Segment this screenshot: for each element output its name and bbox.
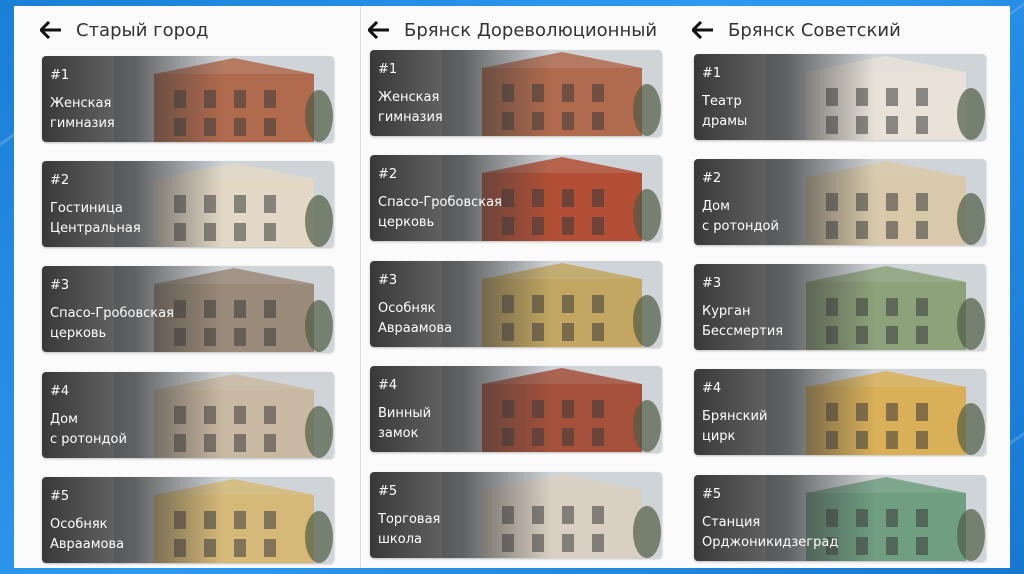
place-card[interactable]: #1 Женская гимназия <box>42 56 334 142</box>
card-number: #2 <box>702 171 722 186</box>
column-title: Старый город <box>76 19 209 41</box>
card-number: #4 <box>50 384 70 399</box>
place-card[interactable]: #4 Брянский цирк <box>694 369 986 455</box>
card-number: #5 <box>50 489 70 504</box>
card-title: Дом с ротондой <box>702 199 779 234</box>
card-number: #4 <box>702 381 722 396</box>
place-card[interactable]: #5 Особняк Авраамова <box>42 477 334 563</box>
place-card[interactable]: #2 Гостиница Центральная <box>42 161 334 247</box>
card-title: Гостиница Центральная <box>50 201 141 236</box>
card-number: #1 <box>378 62 398 77</box>
place-card[interactable]: #5 Торговая школа <box>370 472 662 558</box>
card-title: Спасо-Гробовская церковь <box>378 195 502 230</box>
card-title: Курган Бессмертия <box>702 304 784 339</box>
back-arrow-icon[interactable] <box>38 17 64 43</box>
card-title: Театр драмы <box>702 94 748 129</box>
card-number: #3 <box>50 278 70 293</box>
card-title: Торговая школа <box>378 512 441 547</box>
card-number: #1 <box>702 66 722 81</box>
card-title: Особняк Авраамова <box>378 301 453 336</box>
card-title: Брянский цирк <box>702 409 768 444</box>
card-number: #1 <box>50 68 70 83</box>
place-card[interactable]: #3 Спасо-Гробовская церковь <box>42 266 334 352</box>
card-number: #5 <box>378 484 398 499</box>
card-number: #2 <box>378 167 398 182</box>
place-card[interactable]: #1 Театр драмы <box>694 54 986 140</box>
place-card[interactable]: #3 Курган Бессмертия <box>694 264 986 350</box>
place-card[interactable]: #5 Станция Орджоникидзеград <box>694 475 986 561</box>
place-card[interactable]: #2 Дом с ротондой <box>694 159 986 245</box>
card-title: Станция Орджоникидзеград <box>702 515 839 550</box>
place-card[interactable]: #3 Особняк Авраамова <box>370 261 662 347</box>
column-title: Брянск Советский <box>728 19 901 41</box>
card-number: #2 <box>50 173 70 188</box>
card-title: Спасо-Гробовская церковь <box>50 306 174 341</box>
column-title: Брянск Дореволюционный <box>404 19 658 41</box>
column-header: Брянск Дореволюционный <box>366 16 657 44</box>
column-header: Брянск Советский <box>690 16 901 44</box>
back-arrow-icon[interactable] <box>690 17 716 43</box>
column-divider <box>360 6 361 568</box>
card-number: #4 <box>378 378 398 393</box>
place-card[interactable]: #4 Винный замок <box>370 366 662 452</box>
card-number: #3 <box>702 276 722 291</box>
card-title: Винный замок <box>378 406 432 441</box>
card-title: Особняк Авраамова <box>50 517 125 552</box>
card-title: Женская гимназия <box>378 90 443 125</box>
card-number: #3 <box>378 273 398 288</box>
back-arrow-icon[interactable] <box>366 17 392 43</box>
column-header: Старый город <box>38 16 209 44</box>
card-title: Дом с ротондой <box>50 412 127 447</box>
place-card[interactable]: #4 Дом с ротондой <box>42 372 334 458</box>
app-window: Старый город #1 Женская гимназия #2 Гостиниц… <box>14 6 1010 568</box>
place-card[interactable]: #1 Женская гимназия <box>370 50 662 136</box>
card-title: Женская гимназия <box>50 96 115 131</box>
place-card[interactable]: #2 Спасо-Гробовская церковь <box>370 155 662 241</box>
card-number: #5 <box>702 487 722 502</box>
